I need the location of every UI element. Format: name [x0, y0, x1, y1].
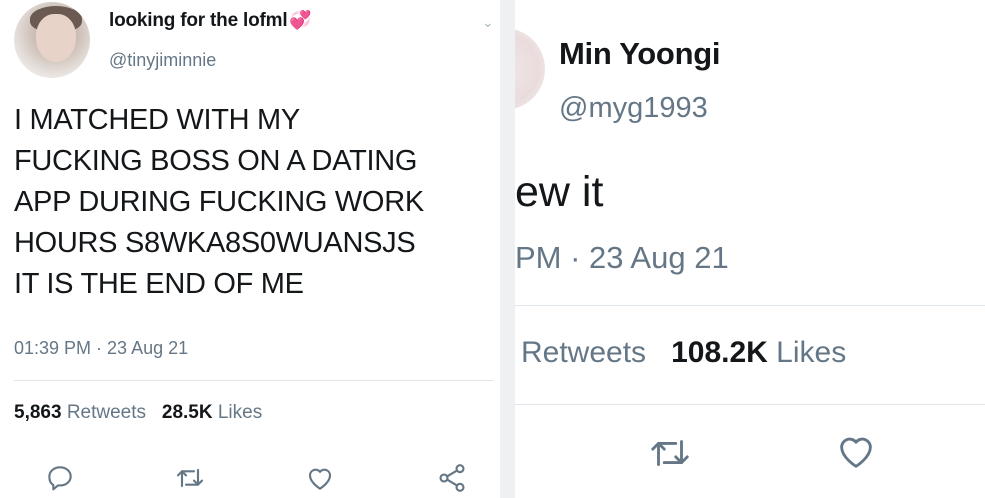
tweet-line: APP DURING FUCKING WORK	[14, 186, 424, 218]
tweet-timestamp[interactable]: 01:39 PM · 23 Aug 21	[14, 338, 188, 359]
likes-label: Likes	[217, 402, 263, 423]
reply-icon[interactable]	[44, 462, 76, 494]
retweets-label: Retweets	[66, 402, 147, 423]
action-bar	[44, 462, 474, 496]
divider	[14, 380, 494, 381]
tweet-card-left: looking for the lofml 💞 @tinyjiminnie ⌄ I…	[0, 0, 500, 498]
retweet-icon[interactable]	[174, 462, 206, 494]
tweet-line: HOURS S8WKA8S0WUANSJS	[14, 227, 416, 259]
tweet-timestamp[interactable]: PM · 23 Aug 21	[515, 240, 729, 276]
tweet-line: I MATCHED WITH MY	[14, 104, 300, 136]
likes-count: 108.2K	[671, 336, 768, 369]
tweet-line: FUCKING BOSS ON A DATING	[14, 145, 418, 177]
divider	[515, 305, 985, 306]
tweet-stats: Retweets 108.2K Likes	[521, 336, 846, 370]
user-handle[interactable]: @tinyjiminnie	[109, 50, 216, 71]
like-icon[interactable]	[304, 462, 336, 494]
retweets-stat[interactable]: Retweets	[521, 336, 646, 369]
divider	[515, 404, 985, 405]
like-icon[interactable]	[833, 428, 879, 474]
tweet-stats: 5,863 Retweets 28.5K Likes	[14, 402, 262, 424]
retweets-count: 5,863	[14, 402, 62, 423]
tweet-card-right: Min Yoongi @myg1993 ew it PM · 23 Aug 21…	[515, 0, 985, 498]
user-handle[interactable]: @myg1993	[559, 92, 708, 125]
avatar[interactable]	[515, 28, 545, 110]
retweets-stat[interactable]: 5,863 Retweets	[14, 402, 146, 423]
retweet-icon[interactable]	[647, 430, 693, 476]
chevron-down-icon[interactable]: ⌄	[482, 14, 494, 31]
tweet-text: ew it	[515, 168, 604, 216]
tweet-text: I MATCHED WITH MY FUCKING BOSS ON A DATI…	[14, 100, 494, 305]
likes-label: Likes	[776, 336, 847, 369]
heart-emoji-icon: 💞	[289, 10, 312, 30]
display-name[interactable]: Min Yoongi	[559, 36, 720, 72]
retweets-label: Retweets	[521, 336, 647, 369]
avatar-face	[36, 14, 76, 62]
likes-stat[interactable]: 108.2K Likes	[671, 336, 846, 369]
tweet-line: IT IS THE END OF ME	[14, 268, 304, 300]
avatar[interactable]	[14, 2, 90, 78]
likes-count: 28.5K	[161, 402, 213, 423]
display-name-text: looking for the lofml	[109, 10, 288, 31]
display-name[interactable]: looking for the lofml 💞	[109, 10, 312, 32]
likes-stat[interactable]: 28.5K Likes	[162, 402, 262, 423]
share-icon[interactable]	[436, 462, 468, 494]
